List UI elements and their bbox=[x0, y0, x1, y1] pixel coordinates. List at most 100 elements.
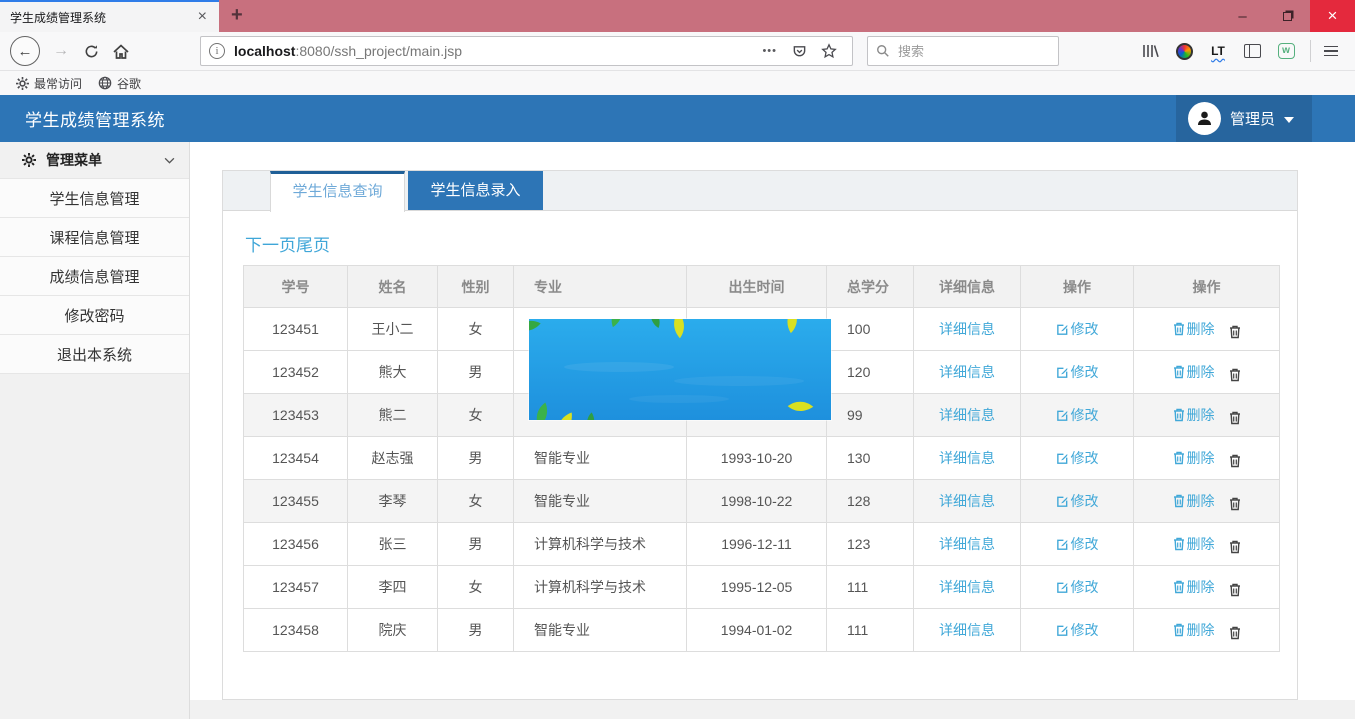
cell-gender: 男 bbox=[438, 437, 514, 480]
trash-icon-button[interactable] bbox=[1229, 411, 1241, 425]
home-button[interactable] bbox=[106, 36, 136, 66]
trash-icon bbox=[1229, 540, 1241, 554]
tab-student-entry[interactable]: 学生信息录入 bbox=[408, 171, 543, 210]
delete-link[interactable]: 删除 bbox=[1173, 577, 1215, 597]
delete-link[interactable]: 删除 bbox=[1173, 534, 1215, 554]
cell-credits: 111 bbox=[827, 566, 914, 609]
edit-link[interactable]: 修改 bbox=[1056, 577, 1099, 597]
cell-name: 李琴 bbox=[348, 480, 438, 523]
cell-credits: 128 bbox=[827, 480, 914, 523]
sidebar-item-student-info[interactable]: 学生信息管理 bbox=[0, 178, 189, 217]
url-host: localhost bbox=[234, 43, 295, 59]
trash-icon-button[interactable] bbox=[1229, 626, 1241, 640]
last-page-link[interactable]: 尾页 bbox=[296, 236, 330, 255]
sidebar-item-change-password[interactable]: 修改密码 bbox=[0, 295, 189, 334]
header-gender: 性别 bbox=[438, 266, 514, 308]
trash-icon bbox=[1173, 537, 1185, 551]
menu-icon[interactable] bbox=[1317, 37, 1345, 65]
chevron-down-icon bbox=[164, 157, 175, 164]
edit-link[interactable]: 修改 bbox=[1056, 362, 1099, 382]
minimize-button[interactable]: – bbox=[1220, 0, 1265, 32]
trash-icon-button[interactable] bbox=[1229, 540, 1241, 554]
delete-link[interactable]: 删除 bbox=[1173, 448, 1215, 468]
forward-button[interactable]: → bbox=[46, 36, 76, 66]
bookmarks-bar: 最常访问 谷歌 bbox=[0, 71, 1355, 95]
detail-link[interactable]: 详细信息 bbox=[939, 491, 995, 511]
bookmark-google[interactable]: 谷歌 bbox=[90, 75, 149, 92]
profile-extension-icon[interactable] bbox=[1170, 37, 1198, 65]
sidebar-toggle-icon[interactable] bbox=[1238, 37, 1266, 65]
content-panel: 学生信息查询 学生信息录入 下一页尾页 bbox=[222, 170, 1298, 700]
cell-gender: 女 bbox=[438, 566, 514, 609]
trash-icon-button[interactable] bbox=[1229, 497, 1241, 511]
trash-icon-button[interactable] bbox=[1229, 325, 1241, 339]
edit-link[interactable]: 修改 bbox=[1056, 405, 1099, 425]
table-row: 123456张三男计算机科学与技术1996-12-11123详细信息修改删除 bbox=[244, 523, 1280, 566]
detail-link[interactable]: 详细信息 bbox=[939, 405, 995, 425]
search-input[interactable] bbox=[898, 44, 1028, 59]
grammar-extension-icon[interactable]: w bbox=[1272, 37, 1300, 65]
trash-icon-button[interactable] bbox=[1229, 583, 1241, 597]
url-bar[interactable]: i localhost:8080/ssh_project/main.jsp ••… bbox=[200, 36, 853, 66]
cell-student-id: 123456 bbox=[244, 523, 348, 566]
pocket-icon[interactable] bbox=[785, 44, 814, 59]
browser-window: 学生成绩管理系统 × + – × ← → i localhost:8080/ss… bbox=[0, 0, 1355, 719]
edit-icon bbox=[1056, 323, 1069, 336]
tab-student-query[interactable]: 学生信息查询 bbox=[270, 171, 405, 212]
restore-button[interactable] bbox=[1265, 0, 1310, 32]
page-actions-icon[interactable]: ••• bbox=[754, 45, 785, 57]
edit-link[interactable]: 修改 bbox=[1056, 491, 1099, 511]
detail-link[interactable]: 详细信息 bbox=[939, 534, 995, 554]
sidebar-menu-header[interactable]: 管理菜单 bbox=[0, 142, 189, 178]
main-content: 学生信息查询 学生信息录入 下一页尾页 bbox=[190, 142, 1355, 719]
delete-link[interactable]: 删除 bbox=[1173, 319, 1215, 339]
cell-name: 院庆 bbox=[348, 609, 438, 652]
delete-link[interactable]: 删除 bbox=[1173, 491, 1215, 511]
sidebar: 管理菜单 学生信息管理 课程信息管理 成绩信息管理 修改密码 退出本系统 bbox=[0, 142, 190, 719]
cell-student-id: 123458 bbox=[244, 609, 348, 652]
delete-link[interactable]: 删除 bbox=[1173, 405, 1215, 425]
reload-button[interactable] bbox=[76, 36, 106, 66]
languagetool-icon[interactable]: LT bbox=[1204, 37, 1232, 65]
sidebar-item-logout[interactable]: 退出本系统 bbox=[0, 334, 189, 373]
user-dropdown[interactable]: 管理员 bbox=[1176, 95, 1312, 142]
header-action-edit: 操作 bbox=[1021, 266, 1134, 308]
edit-icon bbox=[1056, 624, 1069, 637]
detail-link[interactable]: 详细信息 bbox=[939, 319, 995, 339]
library-icon[interactable] bbox=[1136, 37, 1164, 65]
trash-icon-button[interactable] bbox=[1229, 454, 1241, 468]
trash-icon-button[interactable] bbox=[1229, 368, 1241, 382]
detail-link[interactable]: 详细信息 bbox=[939, 577, 995, 597]
trash-icon bbox=[1173, 365, 1185, 379]
detail-link[interactable]: 详细信息 bbox=[939, 362, 995, 382]
detail-link[interactable]: 详细信息 bbox=[939, 620, 995, 640]
toolbar-divider bbox=[1310, 40, 1311, 62]
browser-titlebar: 学生成绩管理系统 × + – × bbox=[0, 0, 1355, 32]
edit-icon bbox=[1056, 366, 1069, 379]
next-page-link[interactable]: 下一页 bbox=[245, 236, 296, 255]
search-box[interactable] bbox=[867, 36, 1059, 66]
tab-title: 学生成绩管理系统 bbox=[10, 9, 194, 26]
browser-tab[interactable]: 学生成绩管理系统 × bbox=[0, 0, 219, 32]
trash-icon bbox=[1229, 368, 1241, 382]
new-tab-button[interactable]: + bbox=[219, 0, 255, 30]
cell-name: 张三 bbox=[348, 523, 438, 566]
close-button[interactable]: × bbox=[1310, 0, 1355, 32]
back-button[interactable]: ← bbox=[10, 36, 40, 66]
edit-link[interactable]: 修改 bbox=[1056, 448, 1099, 468]
tab-close-icon[interactable]: × bbox=[194, 9, 211, 25]
edit-link[interactable]: 修改 bbox=[1056, 620, 1099, 640]
detail-link[interactable]: 详细信息 bbox=[939, 448, 995, 468]
sidebar-menu: 学生信息管理 课程信息管理 成绩信息管理 修改密码 退出本系统 bbox=[0, 178, 189, 374]
header-student-id: 学号 bbox=[244, 266, 348, 308]
sidebar-item-course-info[interactable]: 课程信息管理 bbox=[0, 217, 189, 256]
url-text[interactable]: localhost:8080/ssh_project/main.jsp bbox=[234, 43, 754, 59]
sidebar-item-score-info[interactable]: 成绩信息管理 bbox=[0, 256, 189, 295]
edit-link[interactable]: 修改 bbox=[1056, 534, 1099, 554]
delete-link[interactable]: 删除 bbox=[1173, 620, 1215, 640]
edit-link[interactable]: 修改 bbox=[1056, 319, 1099, 339]
bookmark-star-icon[interactable] bbox=[814, 43, 844, 59]
bookmark-top-sites[interactable]: 最常访问 bbox=[8, 75, 90, 92]
site-info-icon[interactable]: i bbox=[209, 43, 225, 59]
delete-link[interactable]: 删除 bbox=[1173, 362, 1215, 382]
